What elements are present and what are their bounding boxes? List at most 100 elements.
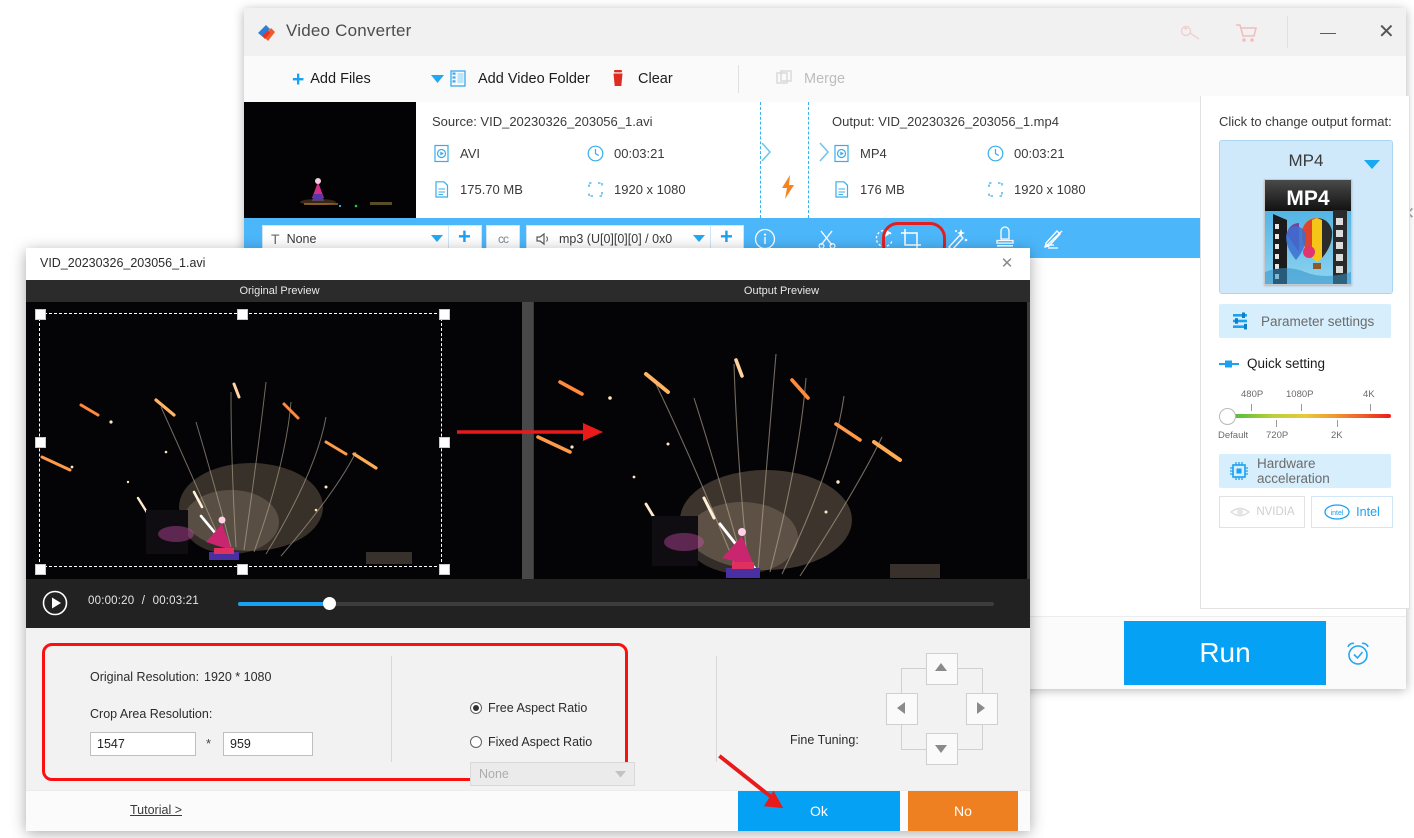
audio-track-value: mp3 (U[0][0][0] / 0x0 bbox=[559, 232, 673, 246]
crop-handle-middle-right[interactable] bbox=[439, 437, 450, 448]
settings-divider-1 bbox=[391, 656, 392, 762]
video-file-icon bbox=[432, 144, 451, 163]
play-button[interactable] bbox=[42, 590, 68, 616]
add-files-button[interactable]: + Add Files bbox=[292, 56, 371, 102]
output-resolution-value: 1920 x 1080 bbox=[1014, 182, 1086, 197]
output-size: 176 MB bbox=[832, 180, 905, 199]
resolution-icon bbox=[586, 180, 605, 199]
slider-label-default: Default bbox=[1218, 430, 1249, 441]
output-resolution: 1920 x 1080 bbox=[986, 180, 1086, 199]
minimize-button[interactable] bbox=[1300, 16, 1358, 50]
crop-handle-bottom-center[interactable] bbox=[237, 564, 248, 575]
merge-button[interactable]: Merge bbox=[774, 56, 845, 102]
document-icon bbox=[432, 180, 451, 199]
preview-header: Original Preview Output Preview bbox=[26, 280, 1030, 302]
add-video-folder-button[interactable]: Add Video Folder bbox=[448, 56, 590, 102]
seek-bar-fill bbox=[238, 602, 330, 606]
edit-icon[interactable] bbox=[1040, 226, 1066, 252]
free-aspect-ratio-radio[interactable]: Free Aspect Ratio bbox=[470, 701, 587, 715]
slider-tick-2k: 2K bbox=[1331, 430, 1343, 441]
crop-width-input[interactable] bbox=[90, 732, 196, 756]
plus-icon: + bbox=[292, 67, 305, 91]
crop-dialog-close-button[interactable]: ✕ bbox=[994, 252, 1020, 276]
fixed-aspect-ratio-radio[interactable]: Fixed Aspect Ratio bbox=[470, 735, 592, 749]
nvidia-label: NVIDIA bbox=[1256, 506, 1295, 518]
output-preview-label: Output Preview bbox=[743, 285, 820, 297]
slider-tick-720p: 720P bbox=[1266, 430, 1289, 441]
quick-setting-label: Quick setting bbox=[1247, 356, 1326, 371]
output-format: MP4 bbox=[832, 144, 887, 163]
fixed-ratio-value: None bbox=[479, 767, 509, 781]
video-thumbnail[interactable] bbox=[244, 102, 416, 218]
crop-dialog: VID_20230326_203056_1.avi ✕ Original Pre… bbox=[26, 248, 1030, 831]
crop-handle-middle-left[interactable] bbox=[35, 437, 46, 448]
multiply-symbol: * bbox=[206, 736, 212, 751]
crop-selection-rectangle[interactable] bbox=[35, 309, 450, 575]
lightning-bolt-icon bbox=[782, 175, 794, 199]
resolution-icon-2 bbox=[986, 180, 1005, 199]
output-format-card[interactable]: MP4 MP4 bbox=[1219, 140, 1393, 294]
chevron-down-icon bbox=[430, 74, 444, 83]
source-filename: Source: VID_20230326_203056_1.avi bbox=[432, 114, 653, 129]
source-info-block: Source: VID_20230326_203056_1.avi AVI 00… bbox=[432, 102, 762, 218]
parameter-settings-label: Parameter settings bbox=[1261, 313, 1375, 329]
intel-label: Intel bbox=[1356, 505, 1380, 519]
chevron-down-icon-format[interactable] bbox=[1364, 157, 1380, 175]
crop-handle-top-center[interactable] bbox=[237, 309, 248, 320]
output-preview-stage bbox=[533, 302, 1030, 579]
crop-handle-bottom-right[interactable] bbox=[439, 564, 450, 575]
add-files-label: Add Files bbox=[310, 71, 371, 87]
cpu-chip-icon bbox=[1229, 461, 1249, 481]
hardware-acceleration-button[interactable]: Hardware acceleration bbox=[1219, 454, 1391, 488]
crop-height-input[interactable] bbox=[223, 732, 313, 756]
radio-indicator-free bbox=[470, 702, 482, 714]
player-time: 00:00:20 / 00:03:21 bbox=[88, 595, 199, 607]
clear-button[interactable]: Clear bbox=[608, 56, 673, 102]
seek-bar-track bbox=[238, 602, 994, 606]
run-button[interactable]: Run bbox=[1124, 621, 1326, 685]
schedule-alarm-button[interactable] bbox=[1326, 621, 1390, 685]
fine-tune-right-button[interactable] bbox=[966, 693, 998, 725]
quick-setting-row: Quick setting bbox=[1219, 356, 1325, 371]
fine-tune-left-button[interactable] bbox=[886, 693, 918, 725]
chevron-right-icon bbox=[761, 142, 772, 162]
free-aspect-ratio-label: Free Aspect Ratio bbox=[488, 701, 588, 715]
chevron-down-icon-subtitle bbox=[431, 232, 443, 246]
crop-handle-top-left[interactable] bbox=[35, 309, 46, 320]
source-duration: 00:03:21 bbox=[586, 144, 665, 163]
svg-text:MP4: MP4 bbox=[1286, 187, 1330, 210]
output-duration-value: 00:03:21 bbox=[1014, 146, 1065, 161]
tutorial-link[interactable]: Tutorial > bbox=[130, 803, 182, 817]
triangle-right-icon bbox=[977, 702, 985, 714]
key-icon[interactable] bbox=[1170, 20, 1212, 46]
fine-tune-down-button[interactable] bbox=[926, 733, 958, 765]
slider-knob[interactable] bbox=[1219, 408, 1236, 425]
nvidia-toggle[interactable]: NVIDIA bbox=[1219, 496, 1305, 528]
crop-area-resolution-label: Crop Area Resolution: bbox=[90, 707, 213, 721]
intel-logo-icon: intel bbox=[1324, 504, 1350, 520]
parameter-settings-button[interactable]: Parameter settings bbox=[1219, 304, 1391, 338]
trash-icon bbox=[608, 68, 630, 90]
crop-handle-bottom-left[interactable] bbox=[35, 564, 46, 575]
svg-text:intel: intel bbox=[1331, 510, 1344, 517]
quick-setting-icon bbox=[1219, 358, 1239, 370]
current-time: 00:00:20 bbox=[88, 595, 135, 607]
crop-handle-top-right[interactable] bbox=[439, 309, 450, 320]
seek-bar[interactable] bbox=[238, 597, 994, 610]
cart-icon[interactable] bbox=[1226, 20, 1268, 46]
quality-slider[interactable]: 480P 1080P 4K Default 720P 2K bbox=[1218, 388, 1391, 446]
sliders-icon bbox=[1231, 312, 1251, 330]
seek-bar-knob[interactable] bbox=[323, 597, 336, 610]
fixed-aspect-ratio-label: Fixed Aspect Ratio bbox=[488, 735, 593, 749]
source-duration-value: 00:03:21 bbox=[614, 146, 665, 161]
player-bar: 00:00:20 / 00:03:21 bbox=[26, 579, 1030, 628]
original-resolution-label: Original Resolution: bbox=[90, 670, 200, 684]
close-button[interactable]: ✕ bbox=[1362, 16, 1414, 50]
annotation-arrow-ok bbox=[718, 754, 784, 809]
intel-toggle[interactable]: intel Intel bbox=[1311, 496, 1393, 528]
merge-label: Merge bbox=[804, 71, 846, 87]
merge-icon bbox=[774, 68, 796, 90]
fine-tune-up-button[interactable] bbox=[926, 653, 958, 685]
no-button[interactable]: No bbox=[908, 791, 1018, 831]
time-separator: / bbox=[141, 595, 146, 607]
